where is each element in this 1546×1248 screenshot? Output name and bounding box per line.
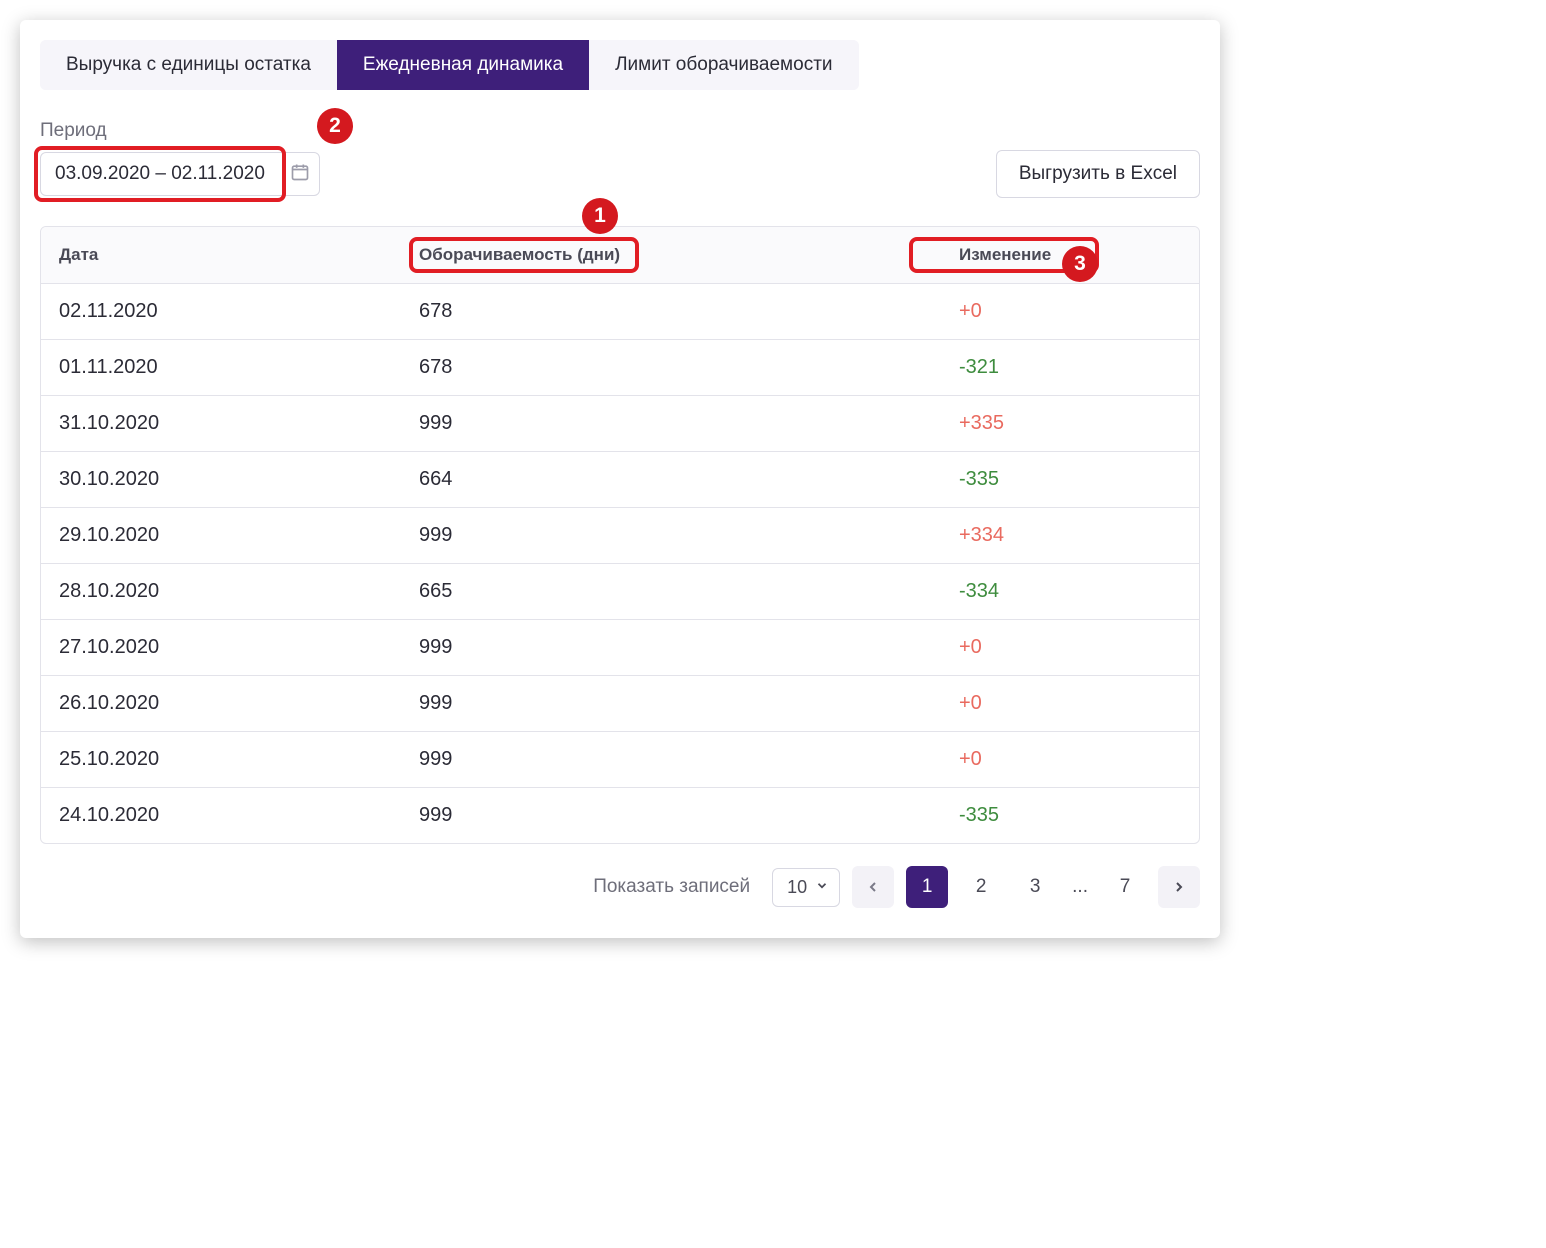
page-3[interactable]: 3 <box>1014 866 1056 908</box>
table-row: 30.10.2020664-335 <box>41 452 1199 508</box>
table-header: Дата Оборачиваемость (дни) Изменение <box>41 227 1199 284</box>
cell-turnover: 999 <box>419 748 919 771</box>
cell-turnover: 999 <box>419 636 919 659</box>
annotation-badge-1: 1 <box>582 198 618 234</box>
period-picker[interactable]: 03.09.2020 – 02.11.2020 <box>40 152 320 196</box>
cell-change: -321 <box>919 356 1181 379</box>
cell-change: -335 <box>919 804 1181 827</box>
column-turnover[interactable]: Оборачиваемость (дни) <box>419 245 919 265</box>
chevron-left-icon <box>865 879 881 895</box>
cell-date: 31.10.2020 <box>59 412 419 435</box>
page-ellipsis: ... <box>1068 876 1092 898</box>
cell-date: 28.10.2020 <box>59 580 419 603</box>
cell-change: -335 <box>919 468 1181 491</box>
export-excel-button[interactable]: Выгрузить в Excel <box>996 150 1200 198</box>
next-page-button[interactable] <box>1158 866 1200 908</box>
cell-change: +0 <box>919 300 1181 323</box>
page-last[interactable]: 7 <box>1104 866 1146 908</box>
turnover-table: Дата Оборачиваемость (дни) Изменение 02.… <box>40 226 1200 844</box>
cell-date: 02.11.2020 <box>59 300 419 323</box>
table-row: 02.11.2020678+0 <box>41 284 1199 340</box>
prev-page-button[interactable] <box>852 866 894 908</box>
cell-turnover: 664 <box>419 468 919 491</box>
cell-date: 30.10.2020 <box>59 468 419 491</box>
cell-turnover: 999 <box>419 412 919 435</box>
page-size-select[interactable]: 10 <box>772 868 840 907</box>
tabs: Выручка с единицы остаткаЕжедневная дина… <box>40 40 859 90</box>
table-row: 01.11.2020678-321 <box>41 340 1199 396</box>
cell-change: +0 <box>919 748 1181 771</box>
table-row: 29.10.2020999+334 <box>41 508 1199 564</box>
cell-date: 27.10.2020 <box>59 636 419 659</box>
cell-change: +335 <box>919 412 1181 435</box>
pagination: Показать записей 10 123 ... 7 <box>40 866 1200 908</box>
table-row: 31.10.2020999+335 <box>41 396 1199 452</box>
table-row: 27.10.2020999+0 <box>41 620 1199 676</box>
cell-turnover: 678 <box>419 356 919 379</box>
cell-turnover: 999 <box>419 692 919 715</box>
cell-date: 26.10.2020 <box>59 692 419 715</box>
page-size-value: 10 <box>787 877 807 897</box>
table-row: 25.10.2020999+0 <box>41 732 1199 788</box>
cell-date: 29.10.2020 <box>59 524 419 547</box>
period-row: 03.09.2020 – 02.11.2020 Выгрузить в Exce… <box>40 150 1200 198</box>
column-date[interactable]: Дата <box>59 245 419 265</box>
page-2[interactable]: 2 <box>960 866 1002 908</box>
column-turnover-label: Оборачиваемость (дни) <box>419 245 620 264</box>
table-row: 24.10.2020999-335 <box>41 788 1199 843</box>
cell-date: 25.10.2020 <box>59 748 419 771</box>
cell-change: +0 <box>919 636 1181 659</box>
cell-change: +334 <box>919 524 1181 547</box>
chevron-down-icon <box>815 877 829 898</box>
cell-turnover: 999 <box>419 804 919 827</box>
cell-change: +0 <box>919 692 1181 715</box>
cell-date: 01.11.2020 <box>59 356 419 379</box>
column-change-label: Изменение <box>959 245 1051 264</box>
tab-1[interactable]: Ежедневная динамика <box>337 40 589 90</box>
column-change[interactable]: Изменение <box>919 245 1181 265</box>
annotation-badge-2: 2 <box>317 108 353 144</box>
table-row: 26.10.2020999+0 <box>41 676 1199 732</box>
cell-date: 24.10.2020 <box>59 804 419 827</box>
cell-turnover: 678 <box>419 300 919 323</box>
period-label: Период <box>40 120 1200 142</box>
page-size-label: Показать записей <box>593 876 750 898</box>
tab-2[interactable]: Лимит оборачиваемости <box>589 40 858 90</box>
annotation-badge-3: 3 <box>1062 246 1098 282</box>
report-panel: 2 1 3 Выручка с единицы остаткаЕжедневна… <box>20 20 1220 938</box>
cell-turnover: 999 <box>419 524 919 547</box>
calendar-icon <box>290 162 310 187</box>
cell-turnover: 665 <box>419 580 919 603</box>
cell-change: -334 <box>919 580 1181 603</box>
tab-0[interactable]: Выручка с единицы остатка <box>40 40 337 90</box>
page-1[interactable]: 1 <box>906 866 948 908</box>
period-value: 03.09.2020 – 02.11.2020 <box>40 152 320 196</box>
table-row: 28.10.2020665-334 <box>41 564 1199 620</box>
chevron-right-icon <box>1171 879 1187 895</box>
